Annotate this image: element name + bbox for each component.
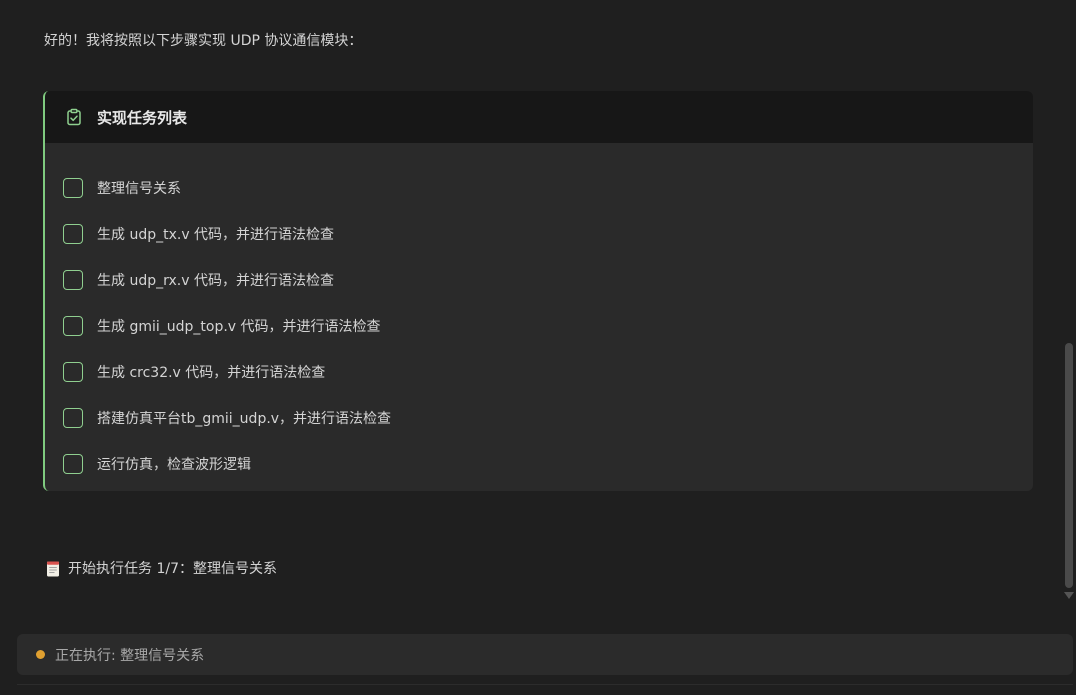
intro-message: 好的！我将按照以下步骤实现 UDP 协议通信模块：	[44, 33, 363, 49]
task-item: 生成 gmii_udp_top.v 代码，并进行语法检查	[63, 303, 1033, 349]
scrollbar[interactable]	[1064, 0, 1074, 605]
task-label: 搭建仿真平台tb_gmii_udp.v，并进行语法检查	[97, 411, 392, 427]
divider	[17, 684, 1073, 685]
scrollbar-thumb[interactable]	[1065, 343, 1073, 588]
task-item: 运行仿真，检查波形逻辑	[63, 441, 1033, 487]
task-checkbox[interactable]	[63, 362, 83, 382]
task-checkbox[interactable]	[63, 316, 83, 336]
status-dot-icon	[36, 650, 45, 659]
scroll-down-arrow-icon[interactable]	[1064, 592, 1074, 599]
task-checkbox[interactable]	[63, 270, 83, 290]
task-list: 整理信号关系 生成 udp_tx.v 代码，并进行语法检查 生成 udp_rx.…	[45, 143, 1033, 487]
task-checkbox[interactable]	[63, 224, 83, 244]
task-card-header: 实现任务列表	[45, 91, 1033, 143]
task-card-title: 实现任务列表	[97, 108, 188, 127]
memo-icon	[46, 560, 60, 577]
start-task-message: 开始执行任务 1/7：整理信号关系	[46, 558, 277, 578]
task-item: 搭建仿真平台tb_gmii_udp.v，并进行语法检查	[63, 395, 1033, 441]
task-item: 整理信号关系	[63, 165, 1033, 211]
task-label: 运行仿真，检查波形逻辑	[97, 457, 251, 473]
task-item: 生成 udp_rx.v 代码，并进行语法检查	[63, 257, 1033, 303]
task-item: 生成 crc32.v 代码，并进行语法检查	[63, 349, 1033, 395]
task-label: 生成 crc32.v 代码，并进行语法检查	[97, 365, 326, 381]
task-checkbox[interactable]	[63, 454, 83, 474]
task-label: 生成 gmii_udp_top.v 代码，并进行语法检查	[97, 319, 381, 335]
task-item: 生成 udp_tx.v 代码，并进行语法检查	[63, 211, 1033, 257]
task-list-card: 实现任务列表 整理信号关系 生成 udp_tx.v 代码，并进行语法检查 生成 …	[43, 91, 1033, 491]
task-checkbox[interactable]	[63, 178, 83, 198]
task-label: 整理信号关系	[97, 181, 181, 197]
status-bar: 正在执行: 整理信号关系	[17, 634, 1073, 675]
task-label: 生成 udp_tx.v 代码，并进行语法检查	[97, 227, 335, 243]
status-text: 正在执行: 整理信号关系	[55, 647, 205, 664]
chat-panel: 好的！我将按照以下步骤实现 UDP 协议通信模块： 实现任务列表 整理信号关系 …	[0, 0, 1076, 695]
clipboard-check-icon	[65, 108, 83, 126]
task-checkbox[interactable]	[63, 408, 83, 428]
start-task-text: 开始执行任务 1/7：整理信号关系	[68, 561, 277, 577]
task-label: 生成 udp_rx.v 代码，并进行语法检查	[97, 273, 334, 289]
